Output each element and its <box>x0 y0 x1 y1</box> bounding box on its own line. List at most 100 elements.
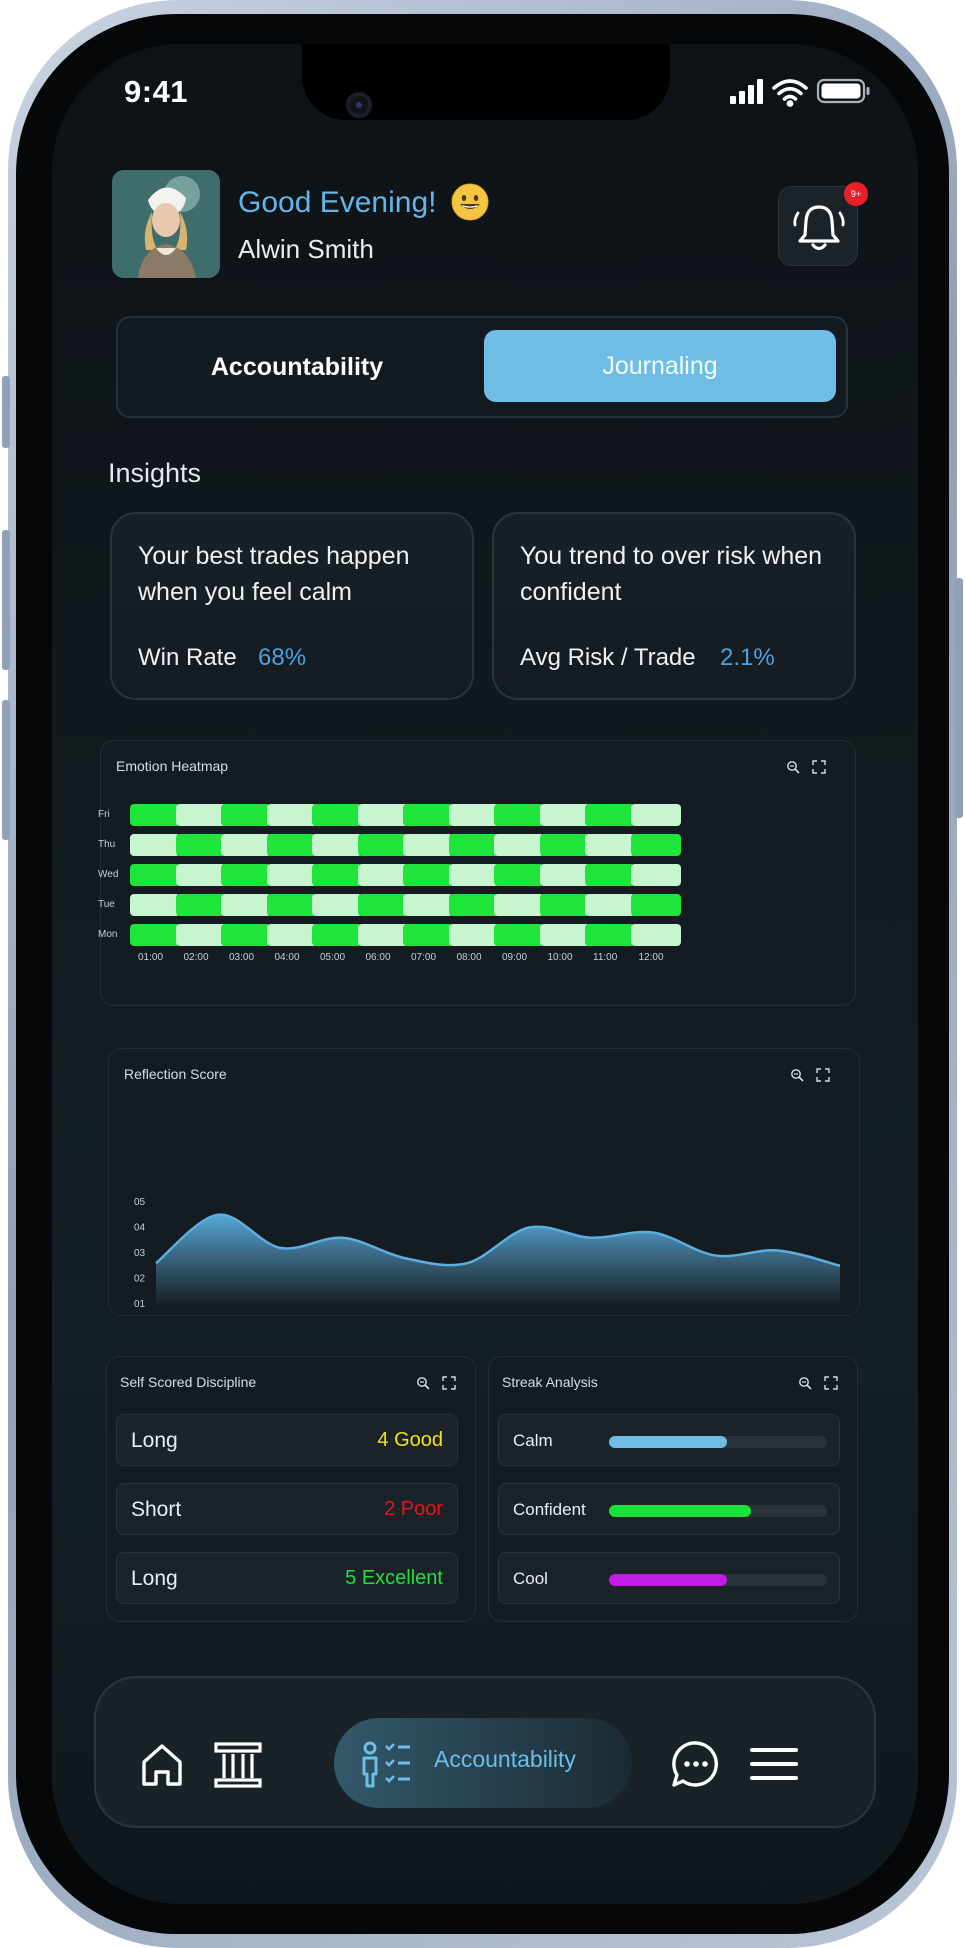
heatmap-cell[interactable] <box>312 924 362 946</box>
heatmap-cell[interactable] <box>130 894 180 916</box>
heatmap-cell[interactable] <box>539 864 590 886</box>
heatmap-cell[interactable] <box>130 834 180 856</box>
heatmap-hour-label: 04:00 <box>274 952 300 963</box>
heatmap-cell[interactable] <box>312 804 362 826</box>
volume-down-button <box>2 700 10 840</box>
heatmap-cell[interactable] <box>630 864 681 886</box>
streak-row[interactable]: Confident <box>498 1483 840 1535</box>
heatmap-cell[interactable] <box>539 924 590 946</box>
accountability-icon <box>362 1741 410 1788</box>
reset-zoom-icon[interactable] <box>816 1068 830 1082</box>
reset-zoom-icon[interactable] <box>442 1376 456 1390</box>
zoom-icon[interactable] <box>790 1068 804 1082</box>
tab-journaling[interactable]: Journaling <box>484 330 836 402</box>
bank-icon[interactable] <box>208 1734 268 1794</box>
discipline-row[interactable]: Long 4 Good <box>116 1414 458 1466</box>
heatmap-cell[interactable] <box>585 804 635 826</box>
heatmap-cell[interactable] <box>221 804 271 826</box>
heatmap-cell[interactable] <box>448 894 499 916</box>
heatmap-cell[interactable] <box>130 864 180 886</box>
heatmap-cell[interactable] <box>175 834 226 856</box>
heatmap-cell[interactable] <box>630 924 681 946</box>
heatmap-cell[interactable] <box>357 894 408 916</box>
y-tick-label: 04 <box>134 1223 146 1234</box>
heatmap-cell[interactable] <box>175 924 226 946</box>
heatmap-cell[interactable] <box>312 834 362 856</box>
heatmap-cell[interactable] <box>266 864 317 886</box>
heatmap-cell[interactable] <box>494 924 544 946</box>
heatmap-cell[interactable] <box>448 834 499 856</box>
heatmap-cell[interactable] <box>403 834 453 856</box>
zoom-icon[interactable] <box>786 760 800 774</box>
heatmap-cell[interactable] <box>130 804 180 826</box>
heatmap-cell[interactable] <box>175 894 226 916</box>
heatmap-cell[interactable] <box>175 804 226 826</box>
heatmap-cell[interactable] <box>448 924 499 946</box>
insight-card[interactable]: You trend to over risk when confident Av… <box>492 512 856 700</box>
y-tick-label: 01 <box>134 1299 146 1308</box>
insight-card[interactable]: Your best trades happen when you feel ca… <box>110 512 474 700</box>
home-icon[interactable] <box>132 1734 192 1794</box>
heatmap-cell[interactable] <box>357 924 408 946</box>
heatmap-cell[interactable] <box>494 894 544 916</box>
heatmap-cell[interactable] <box>585 924 635 946</box>
heatmap-cell[interactable] <box>357 864 408 886</box>
reset-zoom-icon[interactable] <box>824 1376 838 1390</box>
reset-zoom-icon[interactable] <box>812 760 826 774</box>
heatmap-cell[interactable] <box>585 864 635 886</box>
heatmap-cell[interactable] <box>357 804 408 826</box>
heatmap-cell[interactable] <box>266 804 317 826</box>
heatmap-cell[interactable] <box>539 894 590 916</box>
volume-up-button <box>2 530 10 670</box>
heatmap-cell[interactable] <box>221 864 271 886</box>
heatmap-cell[interactable] <box>630 804 681 826</box>
zoom-icon[interactable] <box>416 1376 430 1390</box>
heatmap-cell[interactable] <box>585 894 635 916</box>
heatmap-cell[interactable] <box>403 864 453 886</box>
reflection-area <box>156 1214 840 1304</box>
discipline-score: 4 Good <box>377 1429 443 1451</box>
streak-bar-track <box>609 1436 827 1448</box>
heatmap-cell[interactable] <box>357 834 408 856</box>
heatmap-cell[interactable] <box>585 834 635 856</box>
heatmap-cell[interactable] <box>175 864 226 886</box>
heatmap-cell[interactable] <box>403 804 453 826</box>
zoom-icon[interactable] <box>798 1376 812 1390</box>
heatmap-cell[interactable] <box>266 924 317 946</box>
heatmap-cell[interactable] <box>312 894 362 916</box>
streak-row[interactable]: Calm <box>498 1414 840 1466</box>
chat-icon[interactable] <box>666 1734 726 1794</box>
heatmap-cell[interactable] <box>539 804 590 826</box>
streak-row[interactable]: Cool <box>498 1552 840 1604</box>
menu-icon[interactable] <box>744 1734 804 1794</box>
heatmap-cell[interactable] <box>539 834 590 856</box>
heatmap-cell[interactable] <box>494 834 544 856</box>
heatmap-cell[interactable] <box>403 924 453 946</box>
heatmap-cell[interactable] <box>448 804 499 826</box>
discipline-row[interactable]: Long 5 Excellent <box>116 1552 458 1604</box>
heatmap-cell[interactable] <box>494 804 544 826</box>
heatmap-cell[interactable] <box>630 894 681 916</box>
tab-accountability[interactable]: Accountability <box>122 322 472 412</box>
heatmap-cell[interactable] <box>266 894 317 916</box>
heatmap-cell[interactable] <box>221 924 271 946</box>
heatmap-cell[interactable] <box>221 894 271 916</box>
user-name: Alwin Smith <box>238 234 374 264</box>
avatar[interactable] <box>112 170 220 278</box>
win-rate-value: 68% <box>258 644 307 671</box>
heatmap-cell[interactable] <box>312 864 362 886</box>
heatmap-cell[interactable] <box>266 834 317 856</box>
heatmap-cell[interactable] <box>494 864 544 886</box>
avg-risk-value: 2.1% <box>720 644 775 671</box>
discipline-row[interactable]: Short 2 Poor <box>116 1483 458 1535</box>
heatmap-cell[interactable] <box>221 834 271 856</box>
heatmap-cell[interactable] <box>130 924 180 946</box>
discipline-label: Long <box>131 1567 178 1590</box>
heatmap-cell[interactable] <box>403 894 453 916</box>
y-tick-label: 03 <box>134 1248 146 1259</box>
heatmap-day-label: Fri <box>98 809 110 820</box>
screen: 9:41 Good Evening! Alwin Smith 9+ Accoun… <box>52 44 918 1904</box>
heatmap-cell[interactable] <box>448 864 499 886</box>
heatmap-cell[interactable] <box>630 834 681 856</box>
avg-risk-label: Avg Risk / Trade <box>520 644 696 671</box>
